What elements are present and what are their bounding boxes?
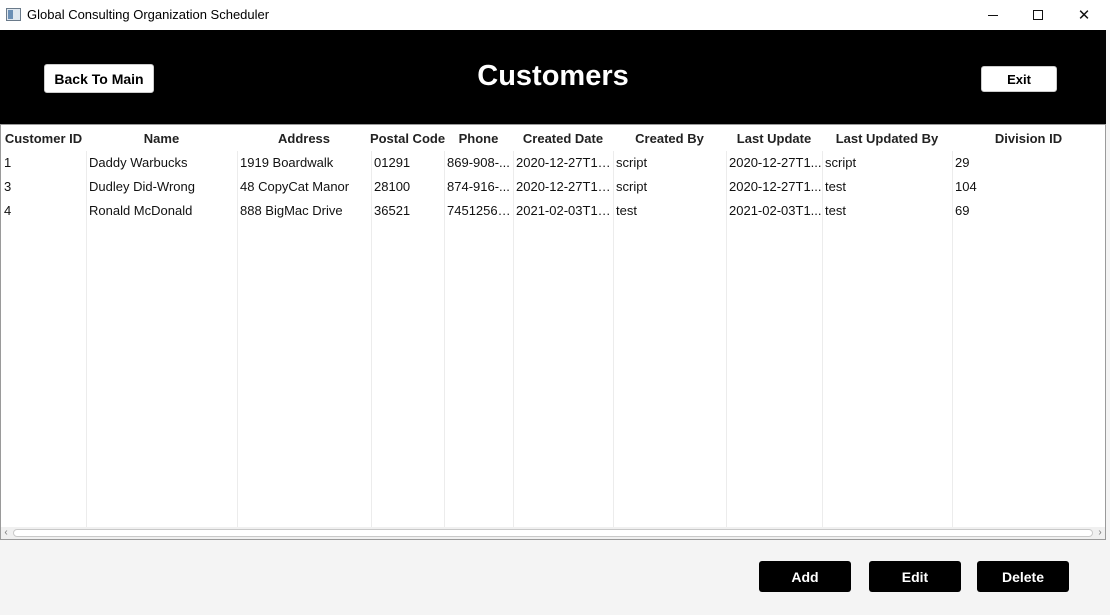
cell-address: 48 CopyCat Manor: [240, 179, 350, 194]
add-button[interactable]: Add: [759, 561, 851, 592]
close-icon: ✕: [1077, 7, 1091, 24]
table-row[interactable]: 3 Dudley Did-Wrong 48 CopyCat Manor 28100 87…: [1, 175, 1105, 199]
cell-created-by: test: [616, 203, 637, 218]
window-title: Global Consulting Organization Scheduler: [27, 7, 270, 22]
cell-phone: 74512563...: [447, 203, 513, 218]
maximize-button[interactable]: [1015, 0, 1061, 30]
close-button[interactable]: ✕: [1061, 0, 1107, 30]
page-title: Customers: [477, 60, 629, 92]
cell-last-updated-by: test: [825, 179, 846, 194]
cell-name: Dudley Did-Wrong: [89, 179, 195, 194]
column-divider: [513, 151, 514, 527]
cell-last-updated-by: script: [825, 155, 857, 170]
column-header-customer-id[interactable]: Customer ID: [1, 125, 86, 151]
title-bar: Global Consulting Organization Scheduler…: [0, 0, 1110, 30]
header-bar: Back To Main Customers Exit: [0, 30, 1106, 124]
column-header-created-date[interactable]: Created Date: [513, 125, 613, 151]
cell-created-by: script: [616, 179, 648, 194]
cell-last-update: 2020-12-27T1...: [729, 179, 822, 194]
column-divider: [952, 151, 953, 527]
cell-postal-code: 28100: [374, 179, 411, 194]
column-header-created-by[interactable]: Created By: [613, 125, 726, 151]
customers-table[interactable]: Customer ID Name Address Postal Code Phone Cr…: [0, 124, 1106, 540]
table-row[interactable]: 4 Ronald McDonald 888 BigMac Drive 36521 745…: [1, 199, 1105, 223]
scroll-right-icon[interactable]: ›: [1095, 527, 1105, 539]
cell-postal-code: 01291: [374, 155, 411, 170]
column-header-postal-code[interactable]: Postal Code: [370, 125, 445, 151]
cell-phone: 874-916-...: [447, 179, 510, 194]
scroll-left-icon[interactable]: ‹: [1, 527, 11, 539]
column-divider: [822, 151, 823, 527]
column-divider: [726, 151, 727, 527]
cell-address: 888 BigMac Drive: [240, 203, 343, 218]
exit-button[interactable]: Exit: [981, 66, 1057, 92]
column-header-name[interactable]: Name: [86, 125, 237, 151]
column-divider: [613, 151, 614, 527]
scrollbar-thumb[interactable]: [13, 529, 1093, 537]
edit-button[interactable]: Edit: [869, 561, 961, 592]
cell-division-id: 29: [955, 155, 970, 170]
column-divider: [86, 151, 87, 527]
column-header-address[interactable]: Address: [237, 125, 371, 151]
cell-customer-id: 4: [4, 203, 12, 218]
cell-address: 1919 Boardwalk: [240, 155, 334, 170]
cell-customer-id: 3: [4, 179, 12, 194]
cell-phone: 869-908-...: [447, 155, 510, 170]
cell-last-update: 2020-12-27T1...: [729, 155, 822, 170]
column-divider: [371, 151, 372, 527]
horizontal-scrollbar[interactable]: ‹ ›: [1, 527, 1105, 539]
column-header-phone[interactable]: Phone: [444, 125, 513, 151]
cell-last-updated-by: test: [825, 203, 846, 218]
table-row[interactable]: 1 Daddy Warbucks 1919 Boardwalk 01291 869-90…: [1, 151, 1105, 175]
cell-created-date: 2020-12-27T14:...: [516, 179, 613, 194]
maximize-icon: [1033, 10, 1043, 20]
cell-last-update: 2021-02-03T1...: [729, 203, 822, 218]
delete-button[interactable]: Delete: [977, 561, 1069, 592]
column-header-division-id[interactable]: Division ID: [952, 125, 1105, 151]
app-window-icon: [6, 8, 21, 21]
cell-division-id: 104: [955, 179, 977, 194]
column-header-last-update[interactable]: Last Update: [726, 125, 822, 151]
cell-created-by: script: [616, 155, 648, 170]
column-divider: [444, 151, 445, 527]
table-header: Customer ID Name Address Postal Code Phone Cr…: [1, 125, 1105, 151]
minimize-icon: [988, 14, 998, 16]
column-divider: [237, 151, 238, 527]
cell-name: Ronald McDonald: [89, 203, 193, 218]
cell-name: Daddy Warbucks: [89, 155, 188, 170]
cell-created-date: 2020-12-27T14:...: [516, 155, 613, 170]
minimize-button[interactable]: [970, 0, 1016, 30]
cell-customer-id: 1: [4, 155, 12, 170]
column-header-last-updated-by[interactable]: Last Updated By: [822, 125, 952, 151]
cell-created-date: 2021-02-03T18:...: [516, 203, 613, 218]
cell-division-id: 69: [955, 203, 970, 218]
cell-postal-code: 36521: [374, 203, 411, 218]
